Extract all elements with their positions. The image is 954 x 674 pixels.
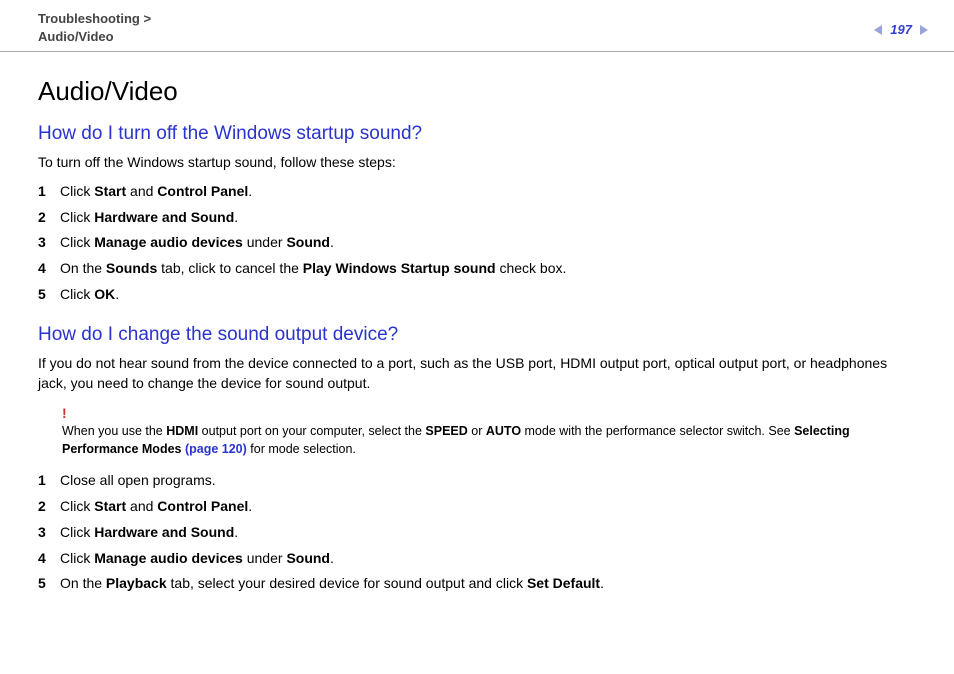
step-number: 5 <box>38 282 60 308</box>
note-block: ! When you use the HDMI output port on y… <box>62 403 902 458</box>
step-number: 4 <box>38 256 60 282</box>
step-item: 1Close all open programs. <box>38 468 916 494</box>
next-page-icon[interactable] <box>918 24 930 36</box>
step-list: 1Close all open programs.2Click Start an… <box>38 468 916 597</box>
page-content: Audio/Video How do I turn off the Window… <box>0 52 954 597</box>
step-item: 3Click Hardware and Sound. <box>38 520 916 546</box>
page-link[interactable]: (page 120) <box>185 442 247 456</box>
step-item: 5On the Playback tab, select your desire… <box>38 571 916 597</box>
page-number: 197 <box>890 22 912 37</box>
page-header: Troubleshooting > Audio/Video 197 <box>0 0 954 52</box>
step-item: 3Click Manage audio devices under Sound. <box>38 230 916 256</box>
page-navigation: 197 <box>872 22 930 37</box>
section-heading: How do I turn off the Windows startup so… <box>38 123 916 145</box>
warning-icon: ! <box>62 403 902 423</box>
step-number: 2 <box>38 205 60 231</box>
step-number: 2 <box>38 494 60 520</box>
breadcrumb: Troubleshooting > Audio/Video <box>38 10 151 45</box>
step-number: 1 <box>38 468 60 494</box>
step-number: 5 <box>38 571 60 597</box>
step-number: 3 <box>38 230 60 256</box>
section-heading: How do I change the sound output device? <box>38 324 916 346</box>
breadcrumb-level-2[interactable]: Audio/Video <box>38 29 114 44</box>
step-item: 5Click OK. <box>38 282 916 308</box>
step-item: 1Click Start and Control Panel. <box>38 179 916 205</box>
section-intro: If you do not hear sound from the device… <box>38 354 916 393</box>
step-item: 2Click Hardware and Sound. <box>38 205 916 231</box>
step-number: 1 <box>38 179 60 205</box>
note-text: When you use the HDMI output port on you… <box>62 424 850 456</box>
breadcrumb-level-1[interactable]: Troubleshooting <box>38 11 140 26</box>
step-number: 4 <box>38 546 60 572</box>
prev-page-icon[interactable] <box>872 24 884 36</box>
step-item: 4On the Sounds tab, click to cancel the … <box>38 256 916 282</box>
page-title: Audio/Video <box>38 76 916 107</box>
step-number: 3 <box>38 520 60 546</box>
step-list: 1Click Start and Control Panel.2Click Ha… <box>38 179 916 308</box>
step-item: 4Click Manage audio devices under Sound. <box>38 546 916 572</box>
step-item: 2Click Start and Control Panel. <box>38 494 916 520</box>
section-intro: To turn off the Windows startup sound, f… <box>38 153 916 173</box>
breadcrumb-separator: > <box>143 11 151 26</box>
